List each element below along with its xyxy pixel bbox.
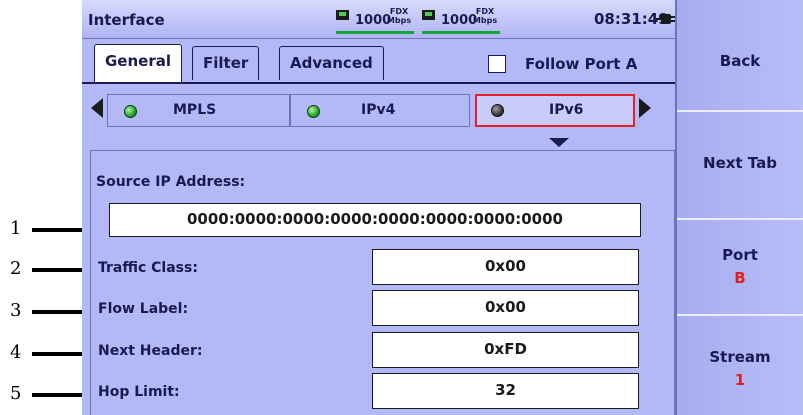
device-screen: Interface 1000 FDX Mbps 1000 FDX Mbps 08…: [82, 0, 803, 415]
traffic-class-label: Traffic Class:: [98, 260, 198, 276]
traffic-class-field[interactable]: 0x00: [372, 249, 639, 285]
tab-advanced[interactable]: Advanced: [279, 46, 384, 80]
stream-button[interactable]: Stream 1: [677, 316, 803, 415]
callout-number: 3: [10, 300, 22, 321]
subtab-ipv6[interactable]: IPv6: [475, 94, 635, 127]
flow-label-field[interactable]: 0x00: [372, 290, 639, 326]
subtab-mpls[interactable]: MPLS: [107, 94, 290, 127]
power-plug-icon: [656, 14, 675, 24]
callout-number: 1: [10, 218, 22, 239]
port-button[interactable]: Port B: [677, 220, 803, 316]
port-label: Port: [722, 246, 758, 264]
callout-number: 5: [10, 383, 22, 404]
ethernet-port-icon: [422, 10, 435, 20]
scroll-left-arrow-icon[interactable]: [91, 98, 103, 118]
callout-1: 1: [0, 218, 82, 239]
source-ip-field[interactable]: 0000:0000:0000:0000:0000:0000:0000:0000: [109, 203, 641, 237]
callout-2: 2: [0, 258, 82, 279]
callout-line: [32, 228, 82, 232]
callout-line: [32, 310, 82, 314]
duplex-top: FDX: [389, 7, 409, 16]
callout-number: 2: [10, 258, 22, 279]
subtab-label: MPLS: [173, 102, 217, 118]
stream-label: Stream: [709, 348, 771, 366]
link-bar: [336, 31, 414, 34]
tab-filter[interactable]: Filter: [192, 46, 260, 80]
next-tab-label: Next Tab: [703, 154, 777, 172]
port-b-link-status: 1000 FDX Mbps: [422, 7, 502, 34]
subtab-label: IPv6: [549, 102, 584, 118]
callout-3: 3: [0, 300, 82, 321]
next-header-field[interactable]: 0xFD: [372, 332, 639, 368]
subtab-ipv4[interactable]: IPv4: [290, 94, 470, 127]
ethernet-port-icon: [336, 10, 349, 20]
back-button-label: Back: [719, 52, 761, 70]
callout-line: [32, 352, 82, 356]
hop-limit-label: Hop Limit:: [98, 384, 180, 400]
source-ip-label: Source IP Address:: [96, 174, 246, 190]
port-a-link-status: 1000 FDX Mbps: [336, 7, 416, 34]
softkey-sidebar: Back Next Tab Port B Stream 1: [675, 0, 803, 415]
duplex-indicator: FDX Mbps: [472, 7, 498, 25]
callout-line: [32, 393, 82, 397]
tab-general[interactable]: General: [94, 44, 182, 82]
stream-value: 1: [734, 371, 746, 389]
status-led-icon: [124, 105, 137, 118]
follow-port-label: Follow Port A: [525, 55, 638, 73]
hop-limit-field[interactable]: 32: [372, 373, 639, 409]
callout-number: 4: [10, 342, 22, 363]
port-value: B: [734, 269, 746, 287]
flow-label-label: Flow Label:: [98, 301, 189, 317]
duplex-unit: Mbps: [472, 16, 498, 25]
page-title: Interface: [88, 11, 165, 29]
selection-pointer-icon: [549, 138, 569, 147]
back-button[interactable]: Back: [677, 0, 803, 112]
duplex-top: FDX: [475, 7, 495, 16]
subtab-label: IPv4: [361, 102, 396, 118]
duplex-indicator: FDX Mbps: [386, 7, 412, 25]
duplex-unit: Mbps: [386, 16, 412, 25]
scroll-right-arrow-icon[interactable]: [639, 98, 651, 118]
status-led-icon: [307, 105, 320, 118]
callout-line: [32, 268, 82, 272]
status-led-icon: [491, 104, 504, 117]
follow-port-checkbox[interactable]: [488, 55, 506, 73]
callout-5: 5: [0, 383, 82, 404]
link-bar: [422, 31, 500, 34]
next-header-label: Next Header:: [98, 343, 203, 359]
next-tab-button[interactable]: Next Tab: [677, 112, 803, 220]
callout-4: 4: [0, 342, 82, 363]
title-bar: Interface 1000 FDX Mbps 1000 FDX Mbps 08…: [82, 0, 675, 39]
